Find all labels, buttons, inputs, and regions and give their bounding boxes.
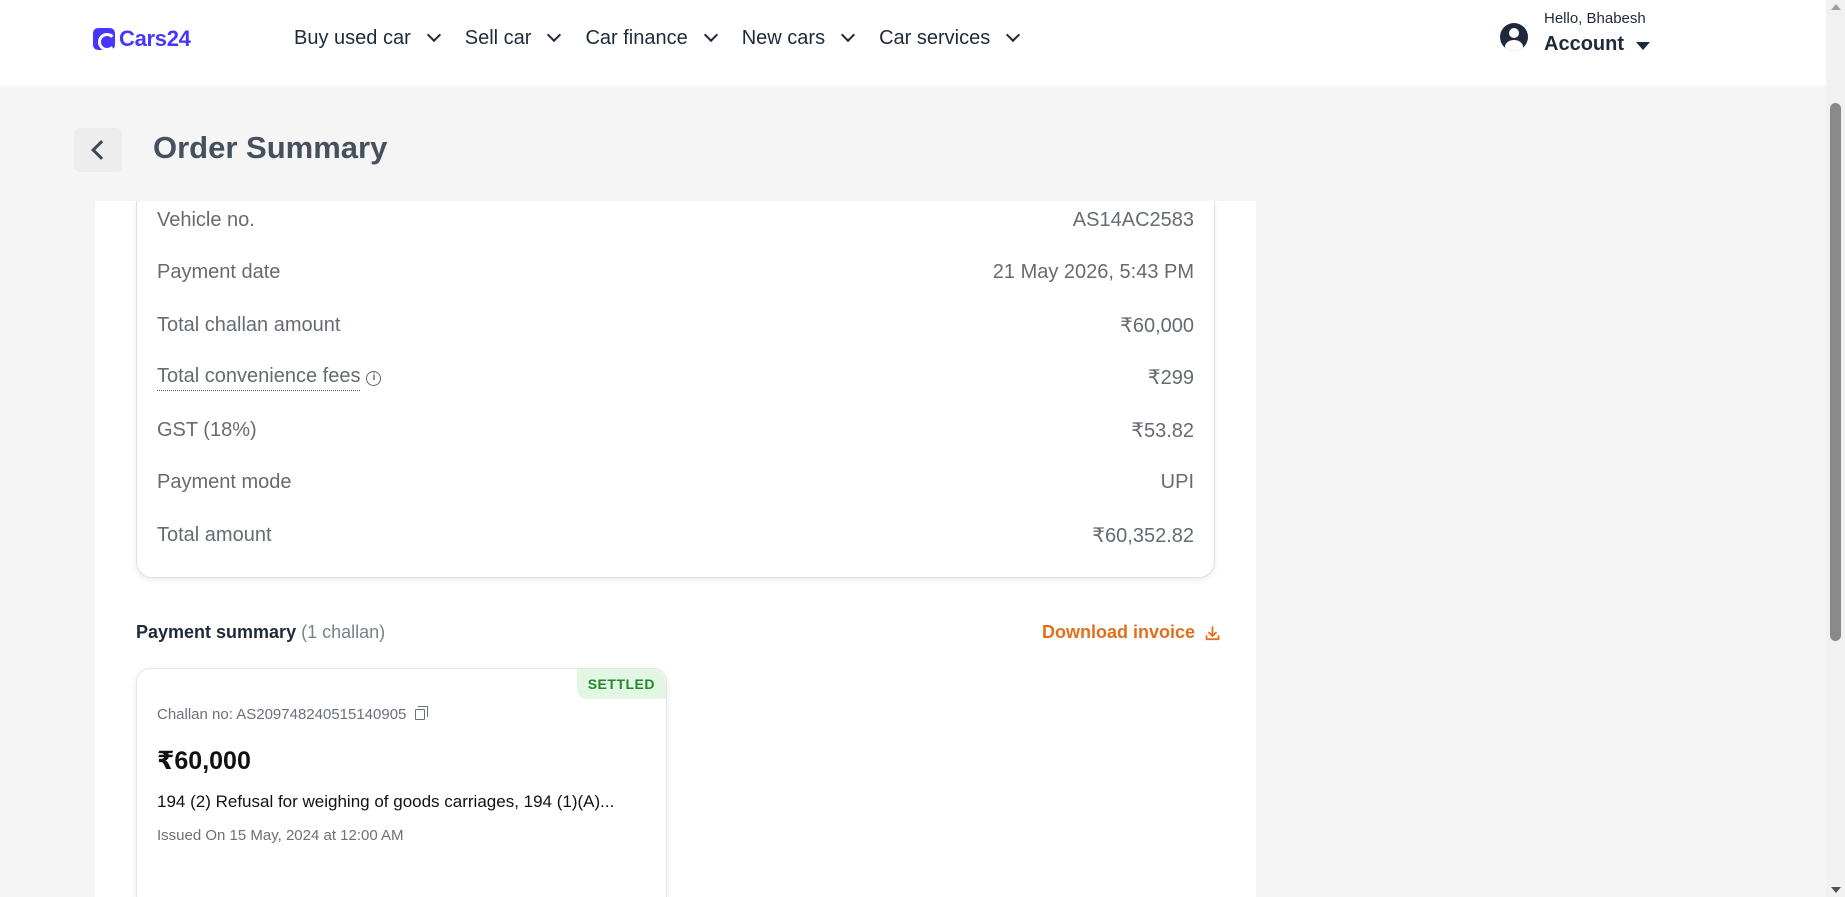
chevron-down-icon: [547, 27, 562, 43]
top-header: Cars24 Buy used car Sell car Car finance…: [0, 0, 1826, 86]
detail-row-payment-mode: Payment mode UPI: [157, 471, 1194, 494]
copy-icon[interactable]: [415, 706, 429, 720]
detail-label: Payment date: [157, 261, 281, 283]
nav-label: Car services: [879, 26, 991, 49]
nav-car-services[interactable]: Car services: [879, 22, 1021, 54]
detail-value: 21 May 2026, 5:43 PM: [992, 261, 1194, 283]
detail-value: ₹299: [1147, 367, 1194, 389]
detail-label-wrap: Total convenience fees i: [157, 365, 382, 391]
chevron-down-icon: [426, 27, 441, 43]
detail-row-total-amount: Total amount ₹60,352.82: [157, 523, 1194, 548]
detail-row-payment-date: Payment date 21 May 2026, 5:43 PM: [157, 261, 1194, 284]
account-label-row: Account: [1544, 33, 1650, 56]
caret-down-icon: [1636, 41, 1650, 50]
account-text: Hello, Bhabesh Account: [1544, 10, 1650, 56]
challan-issued-date: Issued On 15 May, 2024 at 12:00 AM: [157, 827, 404, 844]
chevron-down-icon: [841, 27, 856, 43]
scrollbar-thumb[interactable]: [1830, 103, 1841, 641]
detail-row-vehicle: Vehicle no. AS14AC2583: [157, 209, 1194, 232]
info-icon[interactable]: i: [366, 370, 382, 386]
order-details-card: Vehicle no. AS14AC2583 Payment date 21 M…: [136, 201, 1215, 578]
cars24-logo-icon: [93, 28, 116, 51]
cars24-logo[interactable]: Cars24: [93, 26, 191, 52]
nav-label: Sell car: [464, 26, 532, 49]
detail-value: UPI: [1160, 471, 1194, 493]
main-content: Vehicle no. AS14AC2583 Payment date 21 M…: [95, 201, 1256, 897]
nav-label: Buy used car: [294, 26, 411, 49]
detail-label: Total challan amount: [157, 314, 341, 336]
brand-name: Cars24: [119, 26, 191, 51]
detail-row-gst: GST (18%) ₹53.82: [157, 418, 1194, 443]
chevron-left-icon: [91, 140, 111, 160]
main-nav: Buy used car Sell car Car finance New ca…: [294, 22, 1044, 54]
chevron-down-icon: [1006, 27, 1021, 43]
chevron-down-icon: [703, 27, 718, 43]
challan-description: 194 (2) Refusal for weighing of goods ca…: [157, 792, 615, 811]
nav-car-finance[interactable]: Car finance: [585, 22, 718, 54]
download-invoice-button[interactable]: Download invoice: [1042, 622, 1220, 643]
nav-buy-used-car[interactable]: Buy used car: [294, 22, 441, 54]
back-button[interactable]: [74, 128, 122, 172]
nav-label: Car finance: [585, 26, 688, 49]
detail-label: GST (18%): [157, 419, 257, 441]
challan-number: Challan no: AS209748240515140905: [157, 706, 407, 723]
download-icon: [1205, 625, 1220, 640]
nav-sell-car[interactable]: Sell car: [464, 22, 562, 54]
detail-row-convenience-fees: Total convenience fees i ₹299: [157, 365, 1194, 391]
nav-label: New cars: [741, 26, 826, 49]
download-invoice-label: Download invoice: [1042, 622, 1196, 642]
user-avatar-icon: [1500, 23, 1528, 51]
page-title: Order Summary: [153, 130, 388, 165]
detail-value: ₹60,352.82: [1092, 525, 1194, 547]
challan-number-row: Challan no: AS209748240515140905: [157, 706, 429, 723]
nav-new-cars[interactable]: New cars: [741, 22, 856, 54]
detail-value: ₹60,000: [1120, 315, 1194, 337]
account-menu[interactable]: Hello, Bhabesh Account: [1500, 10, 1650, 56]
status-badge: SETTLED: [576, 669, 666, 699]
page-scrollbar[interactable]: [1826, 0, 1845, 897]
detail-label: Total amount: [157, 524, 272, 546]
payment-summary-title: Payment summary: [136, 622, 297, 642]
account-label: Account: [1544, 33, 1624, 55]
challan-amount: ₹60,000: [157, 747, 251, 775]
challan-card[interactable]: SETTLED Challan no: AS209748240515140905…: [136, 668, 667, 897]
convenience-fees-tooltip-trigger[interactable]: Total convenience fees: [157, 365, 361, 391]
detail-row-challan-amount: Total challan amount ₹60,000: [157, 313, 1194, 338]
challan-count: (1 challan): [301, 622, 386, 642]
scroll-down-arrow-icon[interactable]: [1831, 887, 1841, 893]
detail-label: Vehicle no.: [157, 209, 255, 231]
payment-summary-heading: Payment summary (1 challan): [136, 622, 385, 643]
scroll-up-arrow-icon[interactable]: [1831, 4, 1841, 10]
detail-label: Payment mode: [157, 471, 292, 493]
detail-value: ₹53.82: [1131, 420, 1194, 442]
detail-value: AS14AC2583: [1072, 209, 1194, 231]
account-greeting: Hello, Bhabesh: [1544, 10, 1646, 27]
